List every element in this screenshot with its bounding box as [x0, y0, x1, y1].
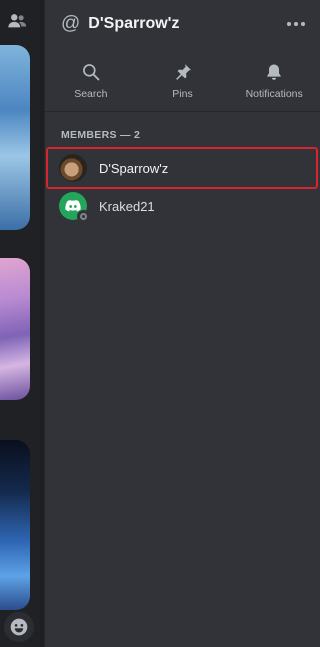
dm-details-panel: @ D'Sparrow'z Search Pins Notifications [44, 0, 320, 647]
emoji-icon[interactable] [4, 612, 34, 642]
pins-button[interactable]: Pins [137, 62, 229, 100]
notifications-button[interactable]: Notifications [228, 62, 320, 100]
members-section-header: MEMBERS — 2 [61, 129, 141, 141]
member-item-kraked21[interactable]: Kraked21 [45, 187, 320, 225]
members-icon[interactable] [6, 10, 28, 32]
bell-icon [267, 64, 281, 80]
avatar [59, 154, 87, 182]
action-toolbar: Search Pins Notifications [45, 48, 320, 112]
pin-icon [175, 64, 191, 80]
member-name: Kraked21 [99, 198, 155, 214]
member-name: D'Sparrow'z [99, 160, 169, 176]
member-item-dsparrowz[interactable]: D'Sparrow'z [46, 147, 318, 189]
member-list: D'Sparrow'z Kraked21 [45, 147, 320, 225]
page-title: D'Sparrow'z [88, 15, 180, 32]
thumbnail-image-2 [0, 258, 30, 400]
search-icon [82, 64, 100, 81]
panel-header: @ D'Sparrow'z [45, 0, 320, 48]
thumbnail-image-1 [0, 45, 30, 230]
background-channel-strip [0, 0, 40, 647]
pins-label: Pins [172, 88, 193, 100]
search-label: Search [74, 88, 108, 100]
avatar [59, 192, 90, 223]
offline-status-icon [77, 210, 90, 223]
notifications-label: Notifications [245, 88, 303, 100]
search-button[interactable]: Search [45, 62, 137, 100]
at-icon: @ [61, 13, 81, 34]
more-options-icon[interactable] [286, 22, 306, 26]
thumbnail-image-3 [0, 440, 30, 610]
